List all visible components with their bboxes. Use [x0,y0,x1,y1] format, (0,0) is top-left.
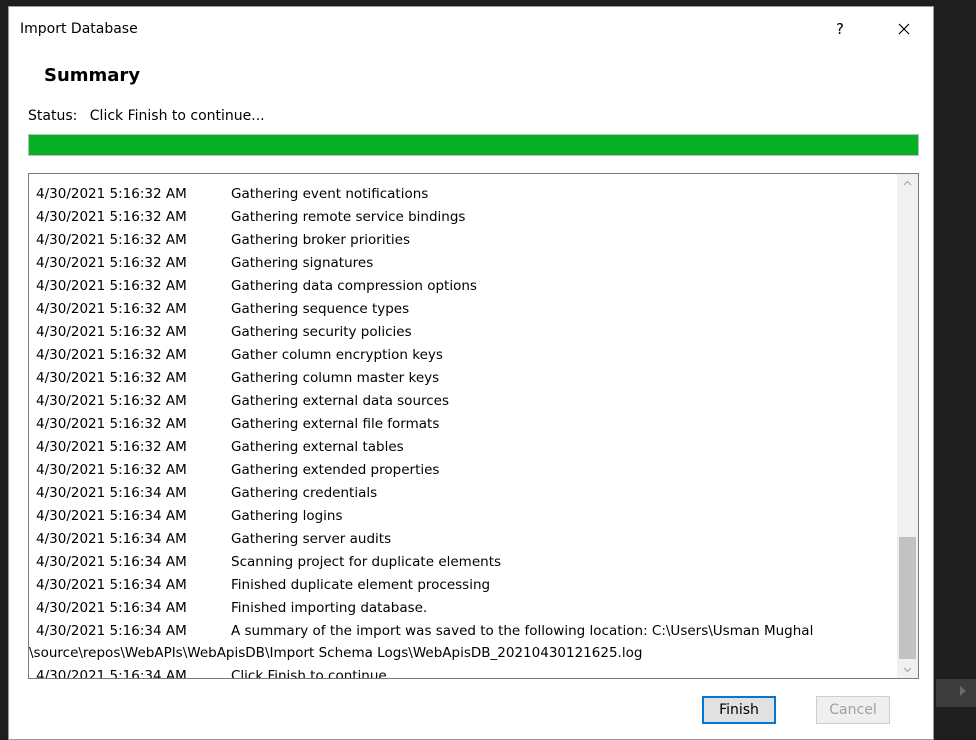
log-timestamp: 4/30/2021 5:16:32 AM [36,209,187,225]
log-row: 4/30/2021 5:16:32 AM Gathering external t… [29,436,897,459]
log-message: Gathering broker priorities [231,232,410,248]
log-row: 4/30/2021 5:16:34 AM Gathering logins [29,505,897,528]
log-timestamp: 4/30/2021 5:16:34 AM [36,485,187,501]
status-text: Click Finish to continue... [89,108,265,124]
log-row: 4/30/2021 5:16:32 AM Gathering data compr… [29,275,897,298]
log-timestamp: 4/30/2021 5:16:34 AM [36,623,187,639]
log-message: Gathering credentials [231,485,378,501]
log-message: Gathering external file formats [231,416,440,432]
log-row: 4/30/2021 5:16:34 AM Gathering credential… [29,482,897,505]
log-timestamp: 4/30/2021 5:16:32 AM [36,324,187,340]
log-message: Gathering remote service bindings [231,209,466,225]
log-row: 4/30/2021 5:16:32 AM Gathering column mas… [29,367,897,390]
status-label: Status: [28,108,78,124]
log-message: Finished importing database. [231,600,428,616]
log-message-continuation: \source\repos\WebAPIs\WebApisDB\Import S… [29,645,643,661]
chevron-up-icon [903,180,912,185]
log-row: 4/30/2021 5:16:34 AM Finished duplicate e… [29,574,897,597]
log-timestamp: 4/30/2021 5:16:34 AM [36,600,187,616]
progress-fill [29,135,918,155]
finish-button[interactable]: Finish [702,696,776,724]
log-message: Gathering security policies [231,324,412,340]
log-timestamp: 4/30/2021 5:16:34 AM [36,577,187,593]
log-message: Gathering extended properties [231,462,440,478]
log-message: Gathering external tables [231,439,404,455]
title-bar: Import Database ? [9,7,933,51]
close-icon [898,23,910,35]
background-panel [936,679,976,707]
scroll-down-button[interactable] [897,661,918,678]
log-timestamp: 4/30/2021 5:16:32 AM [36,301,187,317]
log-timestamp: 4/30/2021 5:16:34 AM [36,508,187,524]
log-timestamp: 4/30/2021 5:16:32 AM [36,232,187,248]
page-title: Summary [44,65,141,86]
log-row: 4/30/2021 5:16:32 AM Gathering remote ser… [29,206,897,229]
log-row: 4/30/2021 5:16:34 AM Gathering server aud… [29,528,897,551]
cancel-button[interactable]: Cancel [816,696,890,724]
close-button[interactable] [887,16,921,42]
log-message: Gathering server audits [231,531,392,547]
log-row: 4/30/2021 5:16:32 AM Gathering external d… [29,390,897,413]
import-database-dialog: Import Database ? Summary Status: Click … [8,6,934,740]
log-timestamp: 4/30/2021 5:16:32 AM [36,462,187,478]
log-row: 4/30/2021 5:16:34 AM Click Finish to cont… [29,665,897,679]
log-timestamp: 4/30/2021 5:16:32 AM [36,347,187,363]
log-list[interactable]: 4/30/2021 5:16:32 AM Gathering event noti… [28,173,919,679]
log-row: 4/30/2021 5:16:34 AM Finished importing d… [29,597,897,620]
log-timestamp: 4/30/2021 5:16:32 AM [36,416,187,432]
log-timestamp: 4/30/2021 5:16:32 AM [36,370,187,386]
log-timestamp: 4/30/2021 5:16:32 AM [36,393,187,409]
log-message: Gathering logins [231,508,343,524]
log-row: 4/30/2021 5:16:34 AM Scanning project for… [29,551,897,574]
log-message: Gathering signatures [231,255,374,271]
background-arrow-icon [960,686,966,696]
log-row: 4/30/2021 5:16:32 AM Gathering sequence t… [29,298,897,321]
log-message: Finished duplicate element processing [231,577,491,593]
scrollbar-thumb[interactable] [899,537,916,659]
log-timestamp: 4/30/2021 5:16:32 AM [36,186,187,202]
help-button[interactable]: ? [828,16,852,42]
log-row: 4/30/2021 5:16:34 AM A summary of the imp… [29,620,897,665]
chevron-down-icon [903,667,912,672]
log-rows: 4/30/2021 5:16:32 AM Gathering event noti… [29,174,897,678]
log-row: 4/30/2021 5:16:32 AM Gathering security p… [29,321,897,344]
vertical-scrollbar[interactable] [897,174,918,678]
log-message: Gathering event notifications [231,186,429,202]
log-row: 4/30/2021 5:16:32 AM Gathering external f… [29,413,897,436]
log-message: Gather column encryption keys [231,347,443,363]
log-message: Gathering sequence types [231,301,410,317]
log-timestamp: 4/30/2021 5:16:34 AM [36,554,187,570]
progress-bar [28,134,919,156]
log-row: 4/30/2021 5:16:32 AM Gathering extended p… [29,459,897,482]
log-message: Scanning project for duplicate elements [231,554,502,570]
log-message: Gathering column master keys [231,370,440,386]
log-message: Gathering external data sources [231,393,450,409]
log-message: A summary of the import was saved to the… [231,623,814,639]
log-message: Click Finish to continue... [231,668,400,679]
log-timestamp: 4/30/2021 5:16:34 AM [36,668,187,679]
log-timestamp: 4/30/2021 5:16:32 AM [36,439,187,455]
log-timestamp: 4/30/2021 5:16:34 AM [36,531,187,547]
log-row: 4/30/2021 5:16:32 AM Gathering event noti… [29,183,897,206]
dialog-title: Import Database [20,21,138,37]
status-row: Status: Click Finish to continue... [28,108,265,124]
log-row: 4/30/2021 5:16:32 AM Gathering broker pri… [29,229,897,252]
log-timestamp: 4/30/2021 5:16:32 AM [36,278,187,294]
log-row: 4/30/2021 5:16:32 AM Gathering signatures [29,252,897,275]
log-row: 4/30/2021 5:16:32 AM Gather column encryp… [29,344,897,367]
scroll-up-button[interactable] [897,174,918,191]
log-message: Gathering data compression options [231,278,477,294]
log-timestamp: 4/30/2021 5:16:32 AM [36,255,187,271]
